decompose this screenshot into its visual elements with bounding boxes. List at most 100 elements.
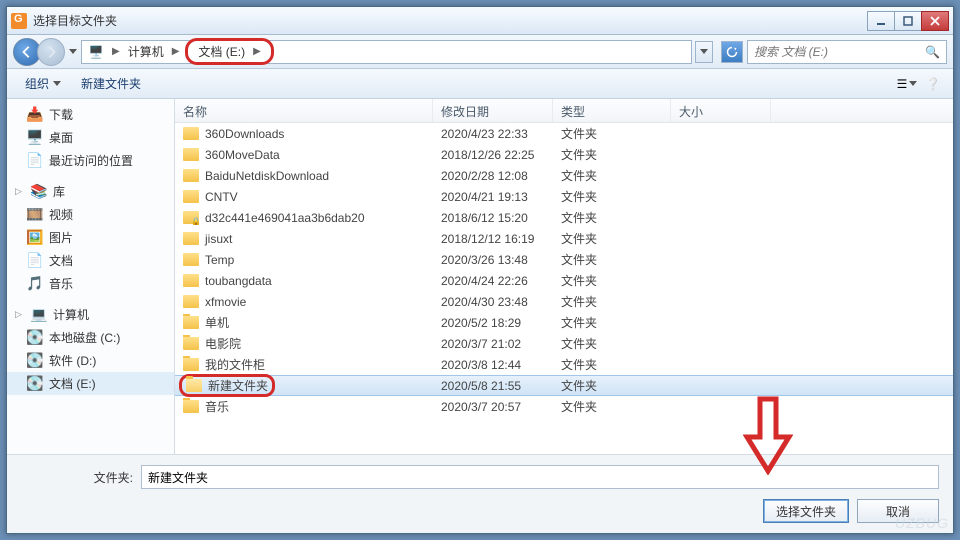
file-name: d32c441e469041aa3b6dab20 bbox=[205, 211, 365, 225]
table-row[interactable]: 我的文件柜 2020/3/8 12:44文件夹 bbox=[175, 354, 953, 375]
file-type: 文件夹 bbox=[553, 167, 671, 184]
drive-icon: 💽 bbox=[27, 376, 43, 392]
forward-button[interactable] bbox=[37, 38, 65, 66]
table-row[interactable]: CNTV2020/4/21 19:13文件夹 bbox=[175, 186, 953, 207]
folder-picker-window: 选择目标文件夹 🖥️ ▶ 计算机 ▶ 文档 (E:) ▶ 🔍 bbox=[6, 6, 954, 534]
file-type: 文件夹 bbox=[553, 146, 671, 163]
file-date: 2020/3/7 21:02 bbox=[433, 337, 553, 351]
select-folder-button[interactable]: 选择文件夹 bbox=[763, 499, 849, 523]
nav-tree[interactable]: 📥下载 🖥️桌面 📄最近访问的位置 ▷📚库 🎞️视频 🖼️图片 📄文档 🎵音乐 … bbox=[7, 99, 175, 454]
body: 📥下载 🖥️桌面 📄最近访问的位置 ▷📚库 🎞️视频 🖼️图片 📄文档 🎵音乐 … bbox=[7, 99, 953, 454]
folder-icon bbox=[183, 337, 199, 350]
table-row[interactable]: d32c441e469041aa3b6dab20 2018/6/12 15:20文… bbox=[175, 207, 953, 228]
table-row[interactable]: 单机2020/5/2 18:29文件夹 bbox=[175, 312, 953, 333]
breadcrumb-computer[interactable]: 计算机 bbox=[124, 41, 168, 62]
folder-icon bbox=[183, 190, 199, 203]
file-date: 2018/12/26 22:25 bbox=[433, 148, 553, 162]
search-field[interactable] bbox=[754, 45, 925, 59]
recent-icon: 📄 bbox=[27, 153, 43, 169]
chevron-right-icon[interactable]: ▶ bbox=[168, 46, 184, 57]
folder-icon bbox=[183, 211, 199, 224]
tree-recent[interactable]: 📄最近访问的位置 bbox=[7, 149, 174, 172]
caret-icon[interactable]: ▷ bbox=[15, 309, 25, 320]
folder-icon bbox=[183, 127, 199, 140]
file-date: 2018/12/12 16:19 bbox=[433, 232, 553, 246]
file-type: 文件夹 bbox=[553, 188, 671, 205]
search-input[interactable]: 🔍 bbox=[747, 40, 947, 64]
tree-downloads[interactable]: 📥下载 bbox=[7, 103, 174, 126]
tree-documents[interactable]: 📄文档 bbox=[7, 249, 174, 272]
tree-pictures[interactable]: 🖼️图片 bbox=[7, 226, 174, 249]
view-menu[interactable]: ☰ bbox=[895, 73, 919, 95]
breadcrumb-drive[interactable]: 文档 (E:) bbox=[194, 41, 249, 62]
file-type: 文件夹 bbox=[553, 356, 671, 373]
minimize-button[interactable] bbox=[867, 11, 895, 31]
col-type[interactable]: 类型 bbox=[553, 99, 671, 122]
search-icon[interactable]: 🔍 bbox=[925, 45, 940, 59]
tree-computer[interactable]: ▷💻计算机 bbox=[7, 303, 174, 326]
file-date: 2018/6/12 15:20 bbox=[433, 211, 553, 225]
file-name: 360Downloads bbox=[205, 127, 284, 141]
table-row[interactable]: 音乐2020/3/7 20:57文件夹 bbox=[175, 396, 953, 417]
table-row[interactable]: 360Downloads2020/4/23 22:33文件夹 bbox=[175, 123, 953, 144]
caret-icon[interactable]: ▷ bbox=[15, 186, 25, 197]
tree-libraries[interactable]: ▷📚库 bbox=[7, 180, 174, 203]
documents-icon: 📄 bbox=[27, 253, 43, 269]
file-name: jisuxt bbox=[205, 232, 232, 246]
table-row[interactable]: toubangdata2020/4/24 22:26文件夹 bbox=[175, 270, 953, 291]
file-date: 2020/3/8 12:44 bbox=[433, 358, 553, 372]
tree-drive-e[interactable]: 💽文档 (E:) bbox=[7, 372, 174, 395]
close-button[interactable] bbox=[921, 11, 949, 31]
file-type: 文件夹 bbox=[553, 314, 671, 331]
file-type: 文件夹 bbox=[553, 293, 671, 310]
file-type: 文件夹 bbox=[553, 230, 671, 247]
tree-music[interactable]: 🎵音乐 bbox=[7, 272, 174, 295]
help-button[interactable]: ❔ bbox=[921, 73, 945, 95]
tree-drive-d[interactable]: 💽软件 (D:) bbox=[7, 349, 174, 372]
table-row[interactable]: BaiduNetdiskDownload2020/2/28 12:08文件夹 bbox=[175, 165, 953, 186]
folder-icon bbox=[183, 274, 199, 287]
watermark: UZBUG bbox=[895, 515, 949, 531]
video-icon: 🎞️ bbox=[27, 207, 43, 223]
organize-menu[interactable]: 组织 bbox=[15, 71, 71, 96]
history-dropdown-icon[interactable] bbox=[69, 49, 77, 54]
folder-icon bbox=[186, 379, 202, 392]
table-row[interactable]: 360MoveData2018/12/26 22:25文件夹 bbox=[175, 144, 953, 165]
new-folder-button[interactable]: 新建文件夹 bbox=[71, 71, 151, 96]
folder-icon bbox=[183, 295, 199, 308]
table-row[interactable]: jisuxt 2018/12/12 16:19文件夹 bbox=[175, 228, 953, 249]
table-row[interactable]: xfmovie2020/4/30 23:48文件夹 bbox=[175, 291, 953, 312]
app-icon bbox=[11, 13, 27, 29]
file-name: xfmovie bbox=[205, 295, 246, 309]
breadcrumb[interactable]: 🖥️ ▶ 计算机 ▶ 文档 (E:) ▶ bbox=[81, 40, 692, 64]
col-size[interactable]: 大小 bbox=[671, 99, 771, 122]
folder-name-input[interactable] bbox=[141, 465, 939, 489]
music-icon: 🎵 bbox=[27, 276, 43, 292]
breadcrumb-dropdown[interactable] bbox=[695, 41, 713, 63]
folder-icon bbox=[183, 400, 199, 413]
file-name: 电影院 bbox=[205, 335, 241, 352]
file-name: 我的文件柜 bbox=[205, 356, 265, 373]
table-row[interactable]: 电影院2020/3/7 21:02文件夹 bbox=[175, 333, 953, 354]
file-type: 文件夹 bbox=[553, 125, 671, 142]
col-name[interactable]: 名称 bbox=[175, 99, 433, 122]
tree-desktop[interactable]: 🖥️桌面 bbox=[7, 126, 174, 149]
col-date[interactable]: 修改日期 bbox=[433, 99, 553, 122]
tree-videos[interactable]: 🎞️视频 bbox=[7, 203, 174, 226]
refresh-button[interactable] bbox=[721, 41, 743, 63]
file-date: 2020/5/8 21:55 bbox=[433, 379, 553, 393]
table-row[interactable]: Temp2020/3/26 13:48文件夹 bbox=[175, 249, 953, 270]
annotation-circle: 新建文件夹 bbox=[179, 374, 275, 397]
file-name: 单机 bbox=[205, 314, 229, 331]
tree-drive-c[interactable]: 💽本地磁盘 (C:) bbox=[7, 326, 174, 349]
file-list: 复制到与删除时不同的 硬盘上 名称 修改日期 类型 大小 360Download… bbox=[175, 99, 953, 454]
chevron-right-icon[interactable]: ▶ bbox=[249, 46, 265, 57]
file-type: 文件夹 bbox=[553, 209, 671, 226]
table-row[interactable]: 新建文件夹2020/5/8 21:55文件夹 bbox=[175, 375, 953, 396]
file-rows[interactable]: 360Downloads2020/4/23 22:33文件夹360MoveDat… bbox=[175, 123, 953, 454]
maximize-button[interactable] bbox=[894, 11, 922, 31]
chevron-right-icon[interactable]: ▶ bbox=[108, 46, 124, 57]
computer-icon: 💻 bbox=[31, 307, 47, 323]
file-date: 2020/4/21 19:13 bbox=[433, 190, 553, 204]
file-name: 新建文件夹 bbox=[208, 377, 268, 394]
